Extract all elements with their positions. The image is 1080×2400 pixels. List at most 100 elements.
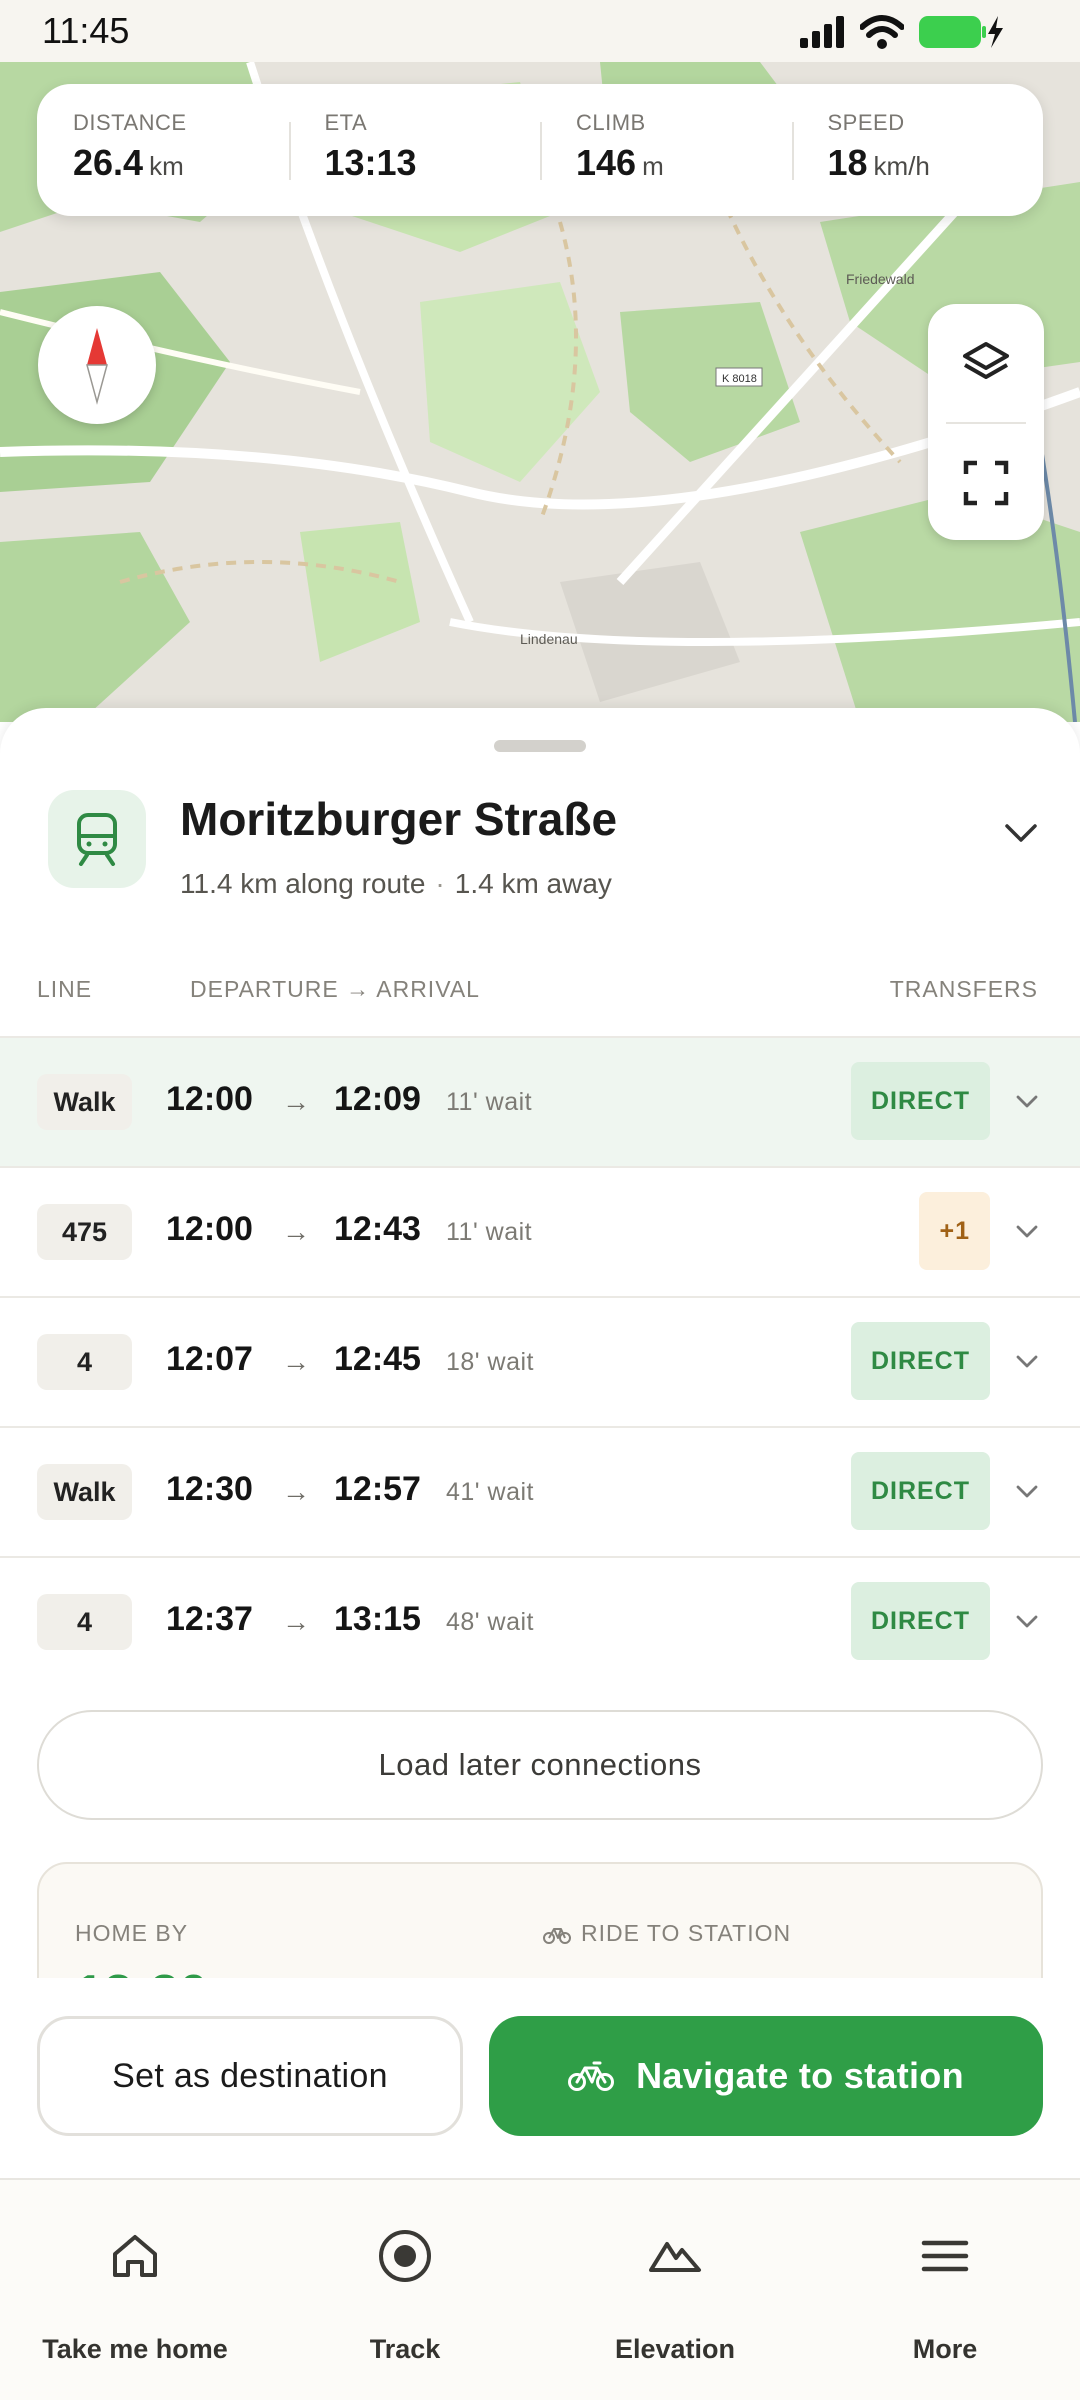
station-along-route: 11.4 km along route [180, 868, 426, 899]
map-controls [928, 304, 1044, 540]
chevron-down-icon[interactable] [1012, 1346, 1042, 1376]
col-header-transfers: TRANSFERS [889, 976, 1038, 1002]
train-icon [77, 813, 117, 866]
sheet-drag-handle[interactable] [494, 740, 586, 752]
status-icons [800, 14, 1004, 50]
wait-time: 18' wait [446, 1348, 534, 1376]
chevron-down-icon[interactable] [1012, 1476, 1042, 1506]
chevron-down-icon[interactable] [1012, 1606, 1042, 1636]
station-sheet: Moritzburger Straße 11.4 km along route ·… [0, 708, 1080, 1978]
line-chip: 4 [37, 1334, 132, 1390]
station-subtitle: 11.4 km along route · 1.4 km away [180, 868, 612, 900]
stat-eta-value: 13:13 [324, 142, 417, 183]
transfers-badge: +1 [919, 1192, 990, 1270]
stat-speed-label: SPEED [827, 110, 905, 135]
departure-time: 12:00 [166, 1210, 253, 1248]
menu-icon [921, 2240, 969, 2272]
bottom-navigation: Take me home Track Elevation More [0, 2178, 1080, 2400]
connection-row[interactable]: 4 12:07 → 12:45 18' wait DIRECT [0, 1296, 1080, 1426]
map-label-road: K 8018 [722, 373, 757, 385]
stat-speed: SPEED 18 km/h [791, 84, 1044, 216]
nav-label: Track [369, 2334, 441, 2364]
arrow-glyph: → [282, 1346, 310, 1377]
ride-to-station-label: RIDE TO STATION [581, 1920, 792, 1946]
ride-to-station-header: RIDE TO STATION [543, 1920, 791, 1947]
stat-climb: CLIMB 146 m [540, 84, 792, 216]
action-bar: Set as destination Navigate to station [0, 1978, 1080, 2178]
nav-more[interactable]: More [810, 2180, 1080, 2400]
stat-distance: DISTANCE 26.4 km [37, 84, 289, 216]
connection-row[interactable]: 4 12:37 → 13:15 48' wait DIRECT [0, 1556, 1080, 1686]
line-chip: Walk [37, 1074, 132, 1130]
transfers-badge: DIRECT [850, 1582, 990, 1660]
status-bar: 11:45 [0, 0, 1080, 62]
status-time: 11:45 [42, 10, 130, 51]
station-icon-wrap [48, 790, 146, 888]
wait-time: 11' wait [446, 1218, 533, 1246]
load-later-button[interactable]: Load later connections [37, 1710, 1043, 1820]
signal-icon [800, 16, 844, 48]
chevron-down-icon [1005, 824, 1037, 842]
home-by-value: 13:30 [75, 1964, 208, 1978]
arrival-time: 12:43 [334, 1210, 421, 1248]
set-destination-button[interactable]: Set as destination [37, 2016, 463, 2136]
departure-time: 12:00 [166, 1080, 253, 1118]
chevron-down-icon[interactable] [1012, 1086, 1042, 1116]
trip-summary-card: HOME BY RIDE TO STATION 13:30 [37, 1862, 1043, 1978]
compass-button[interactable] [38, 306, 156, 424]
station-distance-away: 1.4 km away [454, 868, 612, 899]
stat-climb-value: 146 m [576, 142, 664, 183]
nav-elevation[interactable]: Elevation [540, 2180, 810, 2400]
map-label-friedewald: Friedewald [846, 271, 914, 287]
fullscreen-icon [963, 460, 1009, 506]
bike-icon [568, 2061, 615, 2091]
connections-table-header: LINE DEPARTURE → ARRIVAL TRANSFERS [0, 970, 1080, 1010]
stat-distance-label: DISTANCE [73, 110, 187, 135]
stat-speed-value: 18 km/h [827, 142, 930, 183]
arrow-glyph: → [282, 1086, 310, 1117]
line-chip: 475 [37, 1204, 132, 1260]
fullscreen-button[interactable] [928, 424, 1044, 542]
col-header-line: LINE [37, 976, 93, 1002]
line-chip: 4 [37, 1594, 132, 1650]
departure-time: 12:30 [166, 1470, 253, 1508]
layers-icon [963, 342, 1009, 379]
compass-icon [86, 328, 108, 405]
elevation-icon [649, 2242, 701, 2272]
nav-label: More [912, 2334, 978, 2364]
nav-track[interactable]: Track [270, 2180, 540, 2400]
arrow-glyph: → [282, 1476, 310, 1507]
wifi-icon [860, 15, 904, 49]
arrow-glyph: → [282, 1216, 310, 1247]
navigate-label: Navigate to station [636, 2055, 964, 2096]
route-stats-card: DISTANCE 26.4 km ETA 13:13 CLIMB 146 m SPE… [37, 84, 1043, 216]
arrival-time: 12:57 [334, 1470, 421, 1508]
line-chip: Walk [37, 1464, 132, 1520]
battery-charging-icon [919, 16, 1003, 48]
chevron-down-icon[interactable] [1012, 1216, 1042, 1246]
transfers-badge: DIRECT [850, 1062, 990, 1140]
nav-label: Elevation [614, 2334, 736, 2364]
stat-eta-label: ETA [324, 110, 368, 135]
nav-take-me-home[interactable]: Take me home [0, 2180, 270, 2400]
wait-time: 48' wait [446, 1608, 534, 1636]
col-header-times: DEPARTURE → ARRIVAL [190, 976, 480, 1002]
layers-button[interactable] [928, 304, 1044, 422]
track-icon [379, 2230, 431, 2282]
bike-icon [543, 1927, 571, 1944]
wait-time: 11' wait [446, 1088, 533, 1116]
stat-distance-value: 26.4 km [73, 142, 184, 183]
arrow-glyph: → [282, 1606, 310, 1637]
arrival-time: 12:45 [334, 1340, 421, 1378]
connection-row[interactable]: Walk 12:30 → 12:57 41' wait DIRECT [0, 1426, 1080, 1556]
arrival-time: 13:15 [334, 1600, 421, 1638]
stat-climb-label: CLIMB [576, 110, 646, 135]
collapse-sheet-button[interactable] [996, 808, 1046, 858]
home-by-label: HOME BY [75, 1920, 189, 1946]
transfers-badge: DIRECT [850, 1322, 990, 1400]
connection-row[interactable]: 475 12:00 → 12:43 11' wait +1 [0, 1166, 1080, 1296]
arrival-time: 12:09 [334, 1080, 421, 1118]
map-label-lindenau: Lindenau [520, 631, 578, 647]
connection-row[interactable]: Walk 12:00 → 12:09 11' wait DIRECT [0, 1036, 1080, 1166]
navigate-to-station-button[interactable]: Navigate to station [489, 2016, 1043, 2136]
